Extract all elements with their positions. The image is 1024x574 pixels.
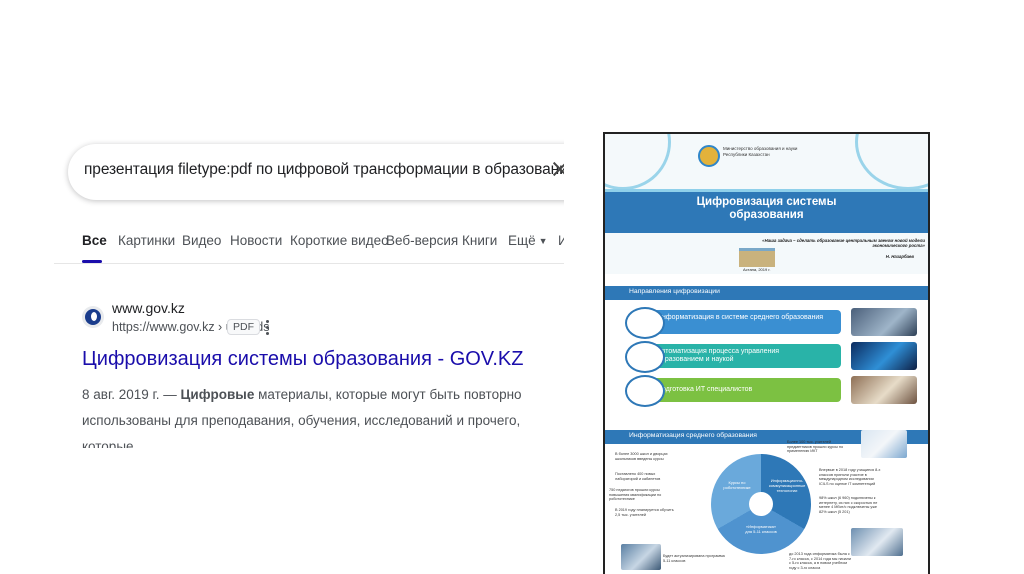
direction-label-1: Информатизация в системе среднего образо… — [657, 314, 824, 321]
result-site-name[interactable]: www.gov.kz — [112, 300, 185, 316]
search-input[interactable]: презентация filetype:pdf по цифровой тра… — [84, 161, 564, 179]
note-right-2: Впервые в 2018 году учащиеся 8-х классов… — [819, 468, 881, 486]
search-box[interactable]: презентация filetype:pdf по цифровой тра… — [68, 144, 564, 200]
search-results-screenshot: презентация filetype:pdf по цифровой тра… — [54, 128, 564, 448]
slide-author: Н. Назарбаев — [885, 254, 914, 259]
decor-wave-right — [855, 134, 928, 190]
donut-hole — [749, 492, 773, 516]
direction-circle-2 — [625, 341, 665, 373]
direction-bar-2: Автоматизация процесса управления образо… — [643, 344, 841, 368]
pdf-badge: PDF — [227, 319, 260, 335]
active-tab-indicator — [82, 260, 102, 263]
tab-books[interactable]: Книги — [462, 233, 497, 248]
site-favicon[interactable] — [82, 306, 104, 328]
more-options-icon[interactable] — [265, 320, 271, 336]
tablet-illustration — [861, 430, 907, 458]
globe-icon — [85, 309, 101, 325]
classroom-photo — [621, 544, 661, 570]
note-bottom: Будет актуализирована программа 5-11 кла… — [663, 554, 725, 563]
section-header-2-text: Информатизация среднего образования — [629, 432, 757, 439]
close-icon[interactable] — [548, 157, 564, 181]
result-snippet: 8 авг. 2019 г. — Цифровые материалы, кот… — [82, 382, 552, 448]
note-left-4: В 2019 году планируется обучить 2,5 тыс.… — [615, 508, 674, 517]
slide-directions: Направления цифровизации Информатизация … — [605, 280, 928, 420]
note-left-2: Поставлено 400 новых лабораторий и кабин… — [615, 472, 661, 481]
tab-video[interactable]: Видео — [182, 233, 221, 248]
note-right-3: 98% школ (6 960) подключены к интернету,… — [819, 496, 878, 514]
direction-photo-2 — [851, 342, 917, 370]
result-title-link[interactable]: Цифровизация системы образования - GOV.K… — [82, 348, 523, 371]
direction-circle-1 — [625, 307, 665, 339]
slide-title: Цифровизация системы образования — [605, 196, 928, 222]
slide-title-line2: образования — [729, 209, 804, 221]
tab-images[interactable]: Картинки — [118, 233, 175, 248]
direction-bar-3: Подготовка ИТ специалистов — [643, 378, 841, 402]
slide-title-page: Министерство образования и науки Республ… — [605, 134, 928, 274]
direction-photo-1 — [851, 308, 917, 336]
slide-title-line1: Цифровизация системы — [696, 196, 837, 208]
note-right-1: Более 100 тыс. учителей предметников про… — [787, 440, 844, 454]
direction-label-3: Подготовка ИТ специалистов — [657, 386, 753, 393]
donut-graphic: Курсы по робототехнике Информационно-ком… — [711, 454, 811, 554]
note-left-3: 750 педагогов прошли курсы повышения ква… — [609, 488, 662, 502]
direction-label-2: Автоматизация процесса управления образо… — [657, 348, 780, 363]
note-left-1: В более 3000 школ и дворцах школьников в… — [615, 452, 668, 461]
donut-label-2: Информационно-коммуникационные технологи… — [769, 478, 806, 493]
snippet-date: 8 авг. 2019 г. — — [82, 387, 181, 402]
snippet-highlight: Цифровые — [180, 387, 255, 402]
tab-more-label: Ещё — [508, 233, 536, 248]
tab-news[interactable]: Новости — [230, 233, 282, 248]
title-band-stripe — [605, 189, 928, 192]
slide-secondary-education: Информатизация среднего образования Курс… — [605, 426, 928, 574]
ministry-name: Министерство образования и науки Республ… — [723, 146, 798, 157]
pdf-preview: Министерство образования и науки Республ… — [603, 132, 930, 574]
search-tabs: Все Картинки Видео Новости Короткие виде… — [54, 225, 564, 264]
tab-all[interactable]: Все — [82, 233, 107, 248]
tab-short-videos[interactable]: Короткие видео — [290, 233, 389, 248]
decor-wave-left — [605, 134, 671, 190]
tab-more[interactable]: Ещё ▼ — [508, 233, 548, 248]
donut-label-1: Курсы по робототехнике — [723, 480, 751, 490]
direction-circle-3 — [625, 375, 665, 407]
emblem-icon — [698, 145, 720, 167]
slide-quote: «Наша задача – сделать образование центр… — [762, 238, 925, 248]
direction-photo-3 — [851, 376, 917, 404]
tab-web[interactable]: Веб-версия — [386, 233, 458, 248]
direction-bar-1: Информатизация в системе среднего образо… — [643, 310, 841, 334]
building-icon — [739, 248, 775, 267]
chevron-down-icon: ▼ — [538, 236, 548, 247]
note-right-4: до 2013 года информатика была с 7-го кла… — [789, 552, 852, 570]
donut-label-3: «Информатика» для 5-11 классов — [745, 524, 777, 534]
students-photo — [851, 528, 903, 556]
section-header-text: Направления цифровизации — [629, 288, 720, 295]
city-caption: Астана, 2019 г. — [743, 267, 771, 272]
tab-overflow[interactable]: И — [558, 233, 564, 248]
